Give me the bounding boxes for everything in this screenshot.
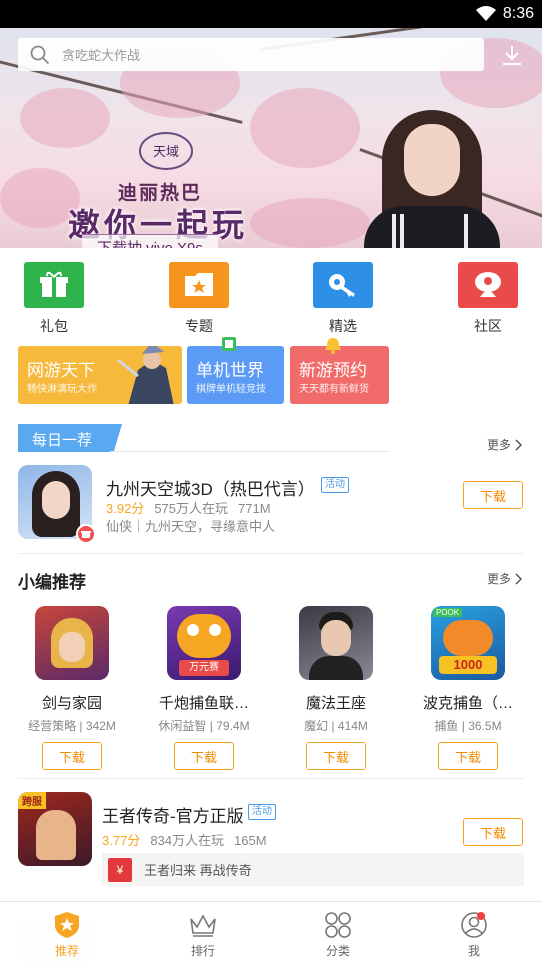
key-icon [313,262,373,308]
tab-categories[interactable]: 分类 [298,910,378,959]
feature-online-games[interactable]: 网游天下 畅快淋漓玩大作 [18,346,182,404]
svg-text:天域: 天域 [153,145,179,160]
bell-icon [325,338,341,354]
activity-badge: 活动 [248,804,276,820]
category-community[interactable]: 社区 [448,262,528,336]
pick-item[interactable]: 魔法王座 魔幻 | 414M 下载 [276,606,396,770]
game-logo: 天域 [139,132,193,170]
featured-download-button[interactable]: 下载 [463,818,523,846]
pick-icon [35,606,109,680]
pick-download-button[interactable]: 下载 [174,742,234,770]
pick-icon: 万元赛 [167,606,241,680]
bottom-tab-bar: 推荐 排行 分类 我 [0,901,542,964]
chevron-right-icon [515,438,523,451]
tab-recommend[interactable]: 推荐 [27,910,107,959]
banner-celebrity-image [352,110,512,248]
community-icon [458,262,518,308]
pick-download-button[interactable]: 下载 [306,742,366,770]
category-gift[interactable]: 礼包 [14,262,94,336]
pick-item[interactable]: POOK 1000 波克捕鱼（… 捕鱼 | 36.5M 下载 [408,606,528,770]
daily-app-name[interactable]: 九州天空城3D（热巴代言） [106,475,315,500]
feature-single-player[interactable]: 单机世界 棋牌单机轻竞技 [187,337,284,404]
grid-circles-icon [325,912,351,938]
gift-icon [24,262,84,308]
pick-download-button[interactable]: 下载 [42,742,102,770]
app-store-home: 8:36 天域 迪丽热巴 邀你一起玩 ·下载抽 vivo X9s· [0,0,542,964]
gift-promo-strip[interactable]: ¥ 王者归来 再战传奇 [102,853,524,886]
pick-icon [299,606,373,680]
pick-item[interactable]: 万元赛 千炮捕鱼联… 休闲益智 | 79.4M 下载 [144,606,264,770]
notification-dot [477,912,485,920]
card-icon [222,337,236,351]
featured-app-name[interactable]: 王者传奇-官方正版 [102,802,244,827]
activity-badge: 活动 [321,477,349,493]
search-placeholder: 贪吃蛇大作战 [62,48,141,63]
star-folder-icon [169,262,229,308]
gift-badge-icon [76,524,96,544]
daily-more-link[interactable]: 更多 [487,436,523,453]
shield-star-icon [55,912,79,938]
category-featured[interactable]: 精选 [303,262,383,336]
download-manager-icon[interactable] [500,43,524,67]
daily-download-button[interactable]: 下载 [463,481,523,509]
daily-app-meta: 3.92分 575万人在玩 771M [106,501,271,516]
pick-icon: POOK 1000 [431,606,505,680]
editor-picks-title: 小编推荐 [18,573,86,592]
pick-download-button[interactable]: 下载 [438,742,498,770]
crown-icon [190,914,216,937]
search-input[interactable]: 贪吃蛇大作战 [18,38,484,71]
featured-app-meta: 3.77分 834万人在玩 165M [102,833,267,848]
tab-me[interactable]: 我 [434,910,514,959]
category-topics[interactable]: 专题 [159,262,239,336]
daily-pick-tag: 每日一荐 [18,424,122,452]
daily-app-desc: 仙侠｜九州天空，寻缘意中人 [106,519,276,534]
featured-app-icon[interactable]: 跨服 [18,792,92,866]
search-icon [30,45,50,64]
feature-new-game-booking[interactable]: 新游预约 天天都有新鲜货 [290,338,389,404]
status-time: 8:36 [502,5,534,22]
warrior-figure-icon [117,346,174,404]
pick-item[interactable]: 剑与家园 经营策略 | 342M 下载 [12,606,132,770]
wifi-icon [475,6,496,21]
red-envelope-icon: ¥ [108,857,132,882]
category-row: 礼包 专题 精选 社区 [0,262,542,336]
chevron-right-icon [515,572,523,585]
editor-picks-more-link[interactable]: 更多 [487,570,523,587]
tab-ranking[interactable]: 排行 [163,910,243,959]
status-bar: 8:36 [0,0,542,28]
banner-promo: ·下载抽 vivo X9s· [82,234,218,248]
